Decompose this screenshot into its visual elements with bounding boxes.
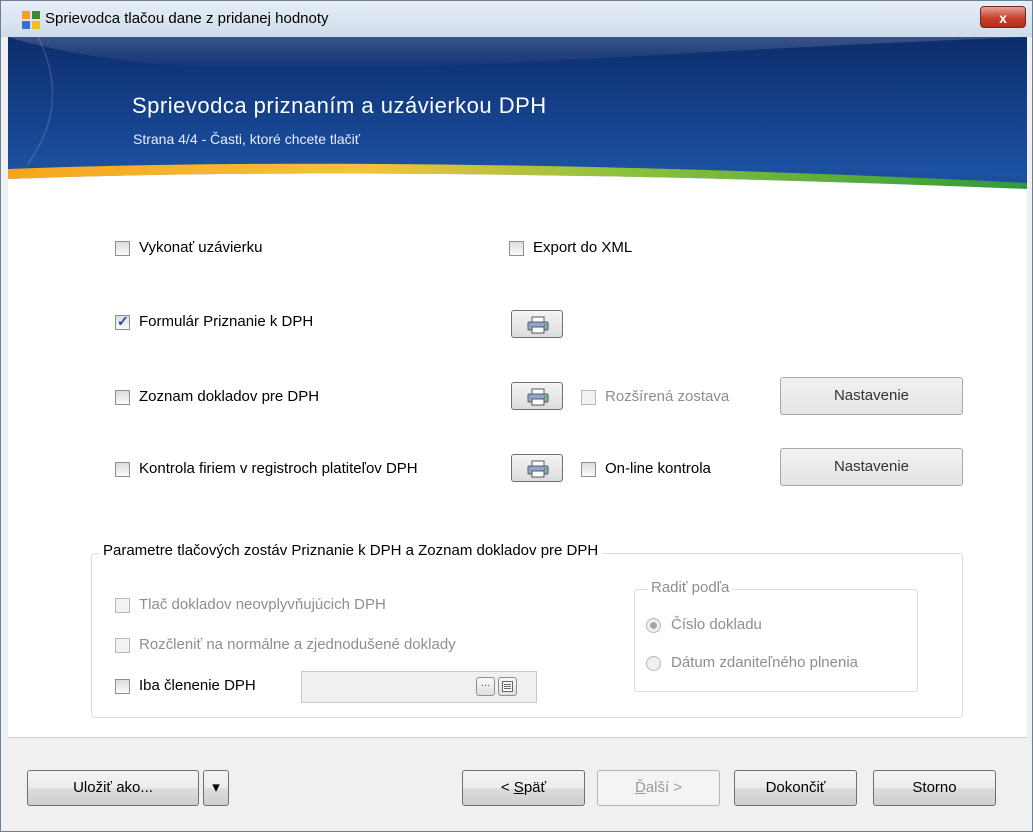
vykonat-uzavierku-checkbox[interactable] <box>115 241 130 256</box>
sort-group-title: Radiť podľa <box>648 579 733 596</box>
online-kontrola-checkbox[interactable] <box>581 462 596 477</box>
dialog-window: Sprievodca tlačou dane z pridanej hodnot… <box>0 0 1033 832</box>
wizard-step-subtitle: Strana 4/4 - Časti, ktoré chcete tlačiť <box>133 131 361 147</box>
rozclenit-checkbox[interactable] <box>115 638 130 653</box>
sort-group <box>634 589 918 692</box>
close-button[interactable]: x <box>980 6 1026 28</box>
kontrola-firiem-checkbox[interactable] <box>115 462 130 477</box>
online-kontrola-label: On-line kontrola <box>605 460 711 477</box>
vykonat-uzavierku-label: Vykonať uzávierku <box>139 239 263 256</box>
nastavenie-online-button[interactable]: Nastavenie <box>780 448 963 486</box>
iba-clenenie-checkbox[interactable] <box>115 679 130 694</box>
rozsirena-zostava-checkbox[interactable] <box>581 390 596 405</box>
print-formular-button[interactable] <box>511 310 563 338</box>
sort-datum-radio[interactable] <box>646 656 661 671</box>
printer-icon <box>527 316 549 334</box>
back-button[interactable]: < Späť <box>462 770 585 806</box>
print-zoznam-button[interactable] <box>511 382 563 410</box>
printer-icon <box>527 388 549 406</box>
next-button[interactable]: Ďalší > <box>597 770 720 806</box>
chevron-down-icon: ▾ <box>212 779 220 796</box>
kontrola-firiem-label: Kontrola firiem v registroch platiteľov … <box>139 460 418 477</box>
list-button[interactable] <box>498 677 517 696</box>
tlac-dokladov-checkbox[interactable] <box>115 598 130 613</box>
ulozit-dropdown-button[interactable]: ▾ <box>203 770 229 806</box>
formular-priznanie-label: Formulár Priznanie k DPH <box>139 313 314 330</box>
iba-clenenie-label: Iba členenie DPH <box>139 677 256 694</box>
close-icon: x <box>999 10 1007 26</box>
list-icon <box>502 681 513 692</box>
parameters-group-title: Parametre tlačových zostáv Priznanie k D… <box>99 542 603 559</box>
rozclenit-label: Rozčleniť na normálne a zjednodušené dok… <box>139 636 456 653</box>
zoznam-dokladov-checkbox[interactable] <box>115 390 130 405</box>
tlac-dokladov-label: Tlač dokladov neovplyvňujúcich DPH <box>139 596 386 613</box>
cancel-button[interactable]: Storno <box>873 770 996 806</box>
zoznam-dokladov-label: Zoznam dokladov pre DPH <box>139 388 320 405</box>
window-title: Sprievodca tlačou dane z pridanej hodnot… <box>45 10 329 27</box>
formular-priznanie-checkbox[interactable] <box>115 313 130 330</box>
ulozit-ako-button[interactable]: Uložiť ako... <box>27 770 199 806</box>
clenenie-dph-field[interactable]: ··· <box>301 671 537 703</box>
sort-cislo-radio[interactable] <box>646 618 661 633</box>
export-xml-label: Export do XML <box>533 239 633 256</box>
export-xml-checkbox[interactable] <box>509 241 524 256</box>
nastavenie-zoznam-button[interactable]: Nastavenie <box>780 377 963 415</box>
title-bar[interactable]: Sprievodca tlačou dane z pridanej hodnot… <box>1 1 1032 37</box>
ellipsis-icon: ··· <box>480 680 491 691</box>
browse-button[interactable]: ··· <box>476 677 495 696</box>
sort-cislo-label: Číslo dokladu <box>671 616 762 633</box>
footer-separator <box>8 737 1027 738</box>
sort-datum-label: Dátum zdaniteľného plnenia <box>671 654 859 671</box>
finish-button[interactable]: Dokončiť <box>734 770 857 806</box>
header-banner: Sprievodca priznaním a uzávierkou DPH St… <box>8 37 1027 197</box>
rozsirena-zostava-label: Rozšírená zostava <box>605 388 730 405</box>
print-kontrola-button[interactable] <box>511 454 563 482</box>
app-icon <box>22 11 40 29</box>
wizard-title: Sprievodca priznaním a uzávierkou DPH <box>132 93 547 118</box>
printer-icon <box>527 460 549 478</box>
